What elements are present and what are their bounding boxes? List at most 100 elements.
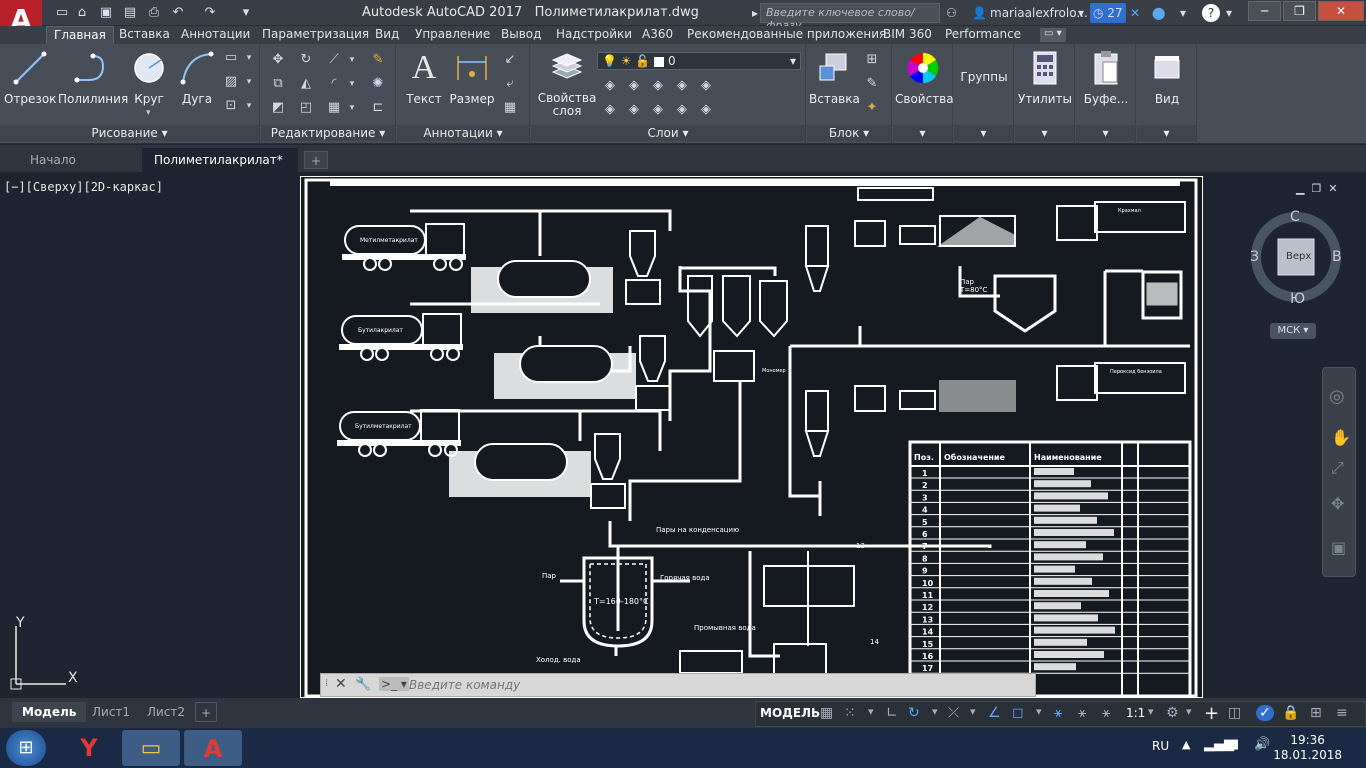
annotation-scale-icon[interactable]: ⚹ <box>1102 705 1110 721</box>
compass-south[interactable]: Ю <box>1290 291 1305 307</box>
trim-icon[interactable]: ⟋ <box>325 52 343 68</box>
tab-parametric[interactable]: Параметризация <box>255 26 376 44</box>
rotate-icon[interactable]: ↻ <box>297 52 315 68</box>
groups-button[interactable]: Группы <box>956 70 1012 84</box>
workspace-dropdown-icon[interactable]: ▾ <box>1186 705 1192 718</box>
model-space-toggle[interactable]: МОДЕЛЬ <box>760 706 820 720</box>
cmdline-settings-icon[interactable]: 🔧 <box>355 677 371 692</box>
boundary-dropdown-icon[interactable]: ▾ <box>240 98 258 114</box>
ribbon-toggle-button[interactable]: ▭ ▾ <box>1040 28 1066 42</box>
network-icon[interactable]: ▂▄▆ <box>1204 737 1234 752</box>
layer-tool-7-icon[interactable]: ◈ <box>625 102 643 118</box>
panel-view-expand[interactable]: ▾ <box>1137 125 1196 141</box>
polar-dropdown-icon[interactable]: ▾ <box>932 705 938 718</box>
doc-tab-start[interactable]: Начало <box>18 148 133 172</box>
scale-icon[interactable]: ◰ <box>297 100 315 116</box>
table-icon[interactable]: ▦ <box>501 100 519 116</box>
new-tab-button[interactable]: + <box>304 151 329 169</box>
customize-icon[interactable]: ≡ <box>1336 705 1348 721</box>
scale-dropdown-icon[interactable]: ▾ <box>1148 705 1154 718</box>
tab-view[interactable]: Вид <box>368 26 406 44</box>
tab-manage[interactable]: Управление <box>408 26 497 44</box>
leader-icon[interactable]: ↙ <box>501 52 519 68</box>
keyword-search-input[interactable]: Введите ключевое слово/фразу <box>760 3 940 32</box>
showmotion-icon[interactable]: ▣ <box>1331 538 1346 557</box>
copy-icon[interactable]: ⧉ <box>269 76 287 92</box>
user-dropdown-icon[interactable]: ▾ <box>1078 3 1084 23</box>
viewcube[interactable]: С Ю З В Верх <box>1248 205 1344 307</box>
move-icon[interactable]: ✥ <box>269 52 287 68</box>
fillet-dropdown-icon[interactable]: ▾ <box>343 76 361 92</box>
tab-a360[interactable]: A360 <box>635 26 680 44</box>
panel-modify-title[interactable]: Редактирование ▾ <box>261 125 395 141</box>
a360-dropdown-icon[interactable]: ▾ <box>1180 3 1186 23</box>
qat-dropdown-icon[interactable]: ▾ <box>236 3 256 23</box>
layer-dropdown[interactable]: 💡 ☀ 🔓 0 ▾ <box>597 52 801 70</box>
snap-dropdown-icon[interactable]: ▾ <box>868 705 874 718</box>
binoculars-icon[interactable]: ⚇ <box>946 3 957 23</box>
start-button[interactable]: ⊞ <box>6 730 46 766</box>
exchange-icon[interactable]: ✕ <box>1130 3 1140 23</box>
layout-tab-sheet2[interactable]: Лист2 <box>137 702 195 722</box>
circle-dropdown-icon[interactable]: ▾ <box>146 108 151 118</box>
layer-tool-3-icon[interactable]: ◈ <box>649 78 667 94</box>
tab-featured-apps[interactable]: Рекомендованные приложения <box>680 26 893 44</box>
properties-button[interactable]: Свойства <box>895 48 954 106</box>
osnap-icon[interactable]: ◻ <box>1012 705 1024 721</box>
tab-performance[interactable]: Performance <box>938 26 1028 44</box>
add-layout-button[interactable]: + <box>195 702 218 722</box>
yandex-browser-icon[interactable]: Y <box>60 730 118 766</box>
view-button[interactable]: Вид <box>1139 48 1195 106</box>
viewport-restore-icon[interactable]: ❐ <box>1311 182 1321 195</box>
multileader-icon[interactable]: ⤶ <box>501 76 519 92</box>
steering-wheel-icon[interactable]: ◎ <box>1329 386 1345 407</box>
array-icon[interactable]: ▦ <box>325 100 343 116</box>
user-icon[interactable]: 👤 <box>972 3 987 23</box>
block-attributes-icon[interactable]: ✦ <box>863 100 881 116</box>
new-file-icon[interactable]: ▭ <box>52 3 72 23</box>
layer-tool-4-icon[interactable]: ◈ <box>673 78 691 94</box>
ucs-menu[interactable]: МСК ▾ <box>1270 323 1316 339</box>
battery-icon[interactable]: ▮ <box>1232 737 1239 752</box>
clipboard-button[interactable]: Буфе... <box>1078 48 1134 106</box>
panel-block-title[interactable]: Блок ▾ <box>807 125 891 141</box>
fillet-icon[interactable]: ◜ <box>325 76 343 92</box>
volume-icon[interactable]: 🔊 <box>1254 737 1270 752</box>
line-button[interactable]: Отрезок <box>4 48 56 106</box>
annotation-visibility-icon[interactable]: ⚹ <box>1054 705 1062 721</box>
hatch-dropdown-icon[interactable]: ▾ <box>240 74 258 90</box>
file-explorer-icon[interactable]: ▭ <box>122 730 180 766</box>
tab-bim360[interactable]: BIM 360 <box>876 26 939 44</box>
osnap-dropdown-icon[interactable]: ▾ <box>1036 705 1042 718</box>
print-icon[interactable]: ⎙ <box>144 3 164 23</box>
array-dropdown-icon[interactable]: ▾ <box>343 100 361 116</box>
panel-annotation-title[interactable]: Аннотации ▾ <box>397 125 529 141</box>
create-block-icon[interactable]: ⊞ <box>863 52 881 68</box>
cmdline-prompt-icon[interactable]: >_ ▾ <box>379 677 409 691</box>
tab-home[interactable]: Главная <box>46 26 114 44</box>
isodraft-icon[interactable]: ⤫ <box>948 705 959 721</box>
layer-tool-5-icon[interactable]: ◈ <box>697 78 715 94</box>
panel-layers-title[interactable]: Слои ▾ <box>531 125 805 141</box>
polar-icon[interactable]: ↻ <box>908 705 920 721</box>
redo-icon[interactable]: ↷ <box>200 3 220 23</box>
lock-ui-icon[interactable]: 🔒 <box>1282 705 1299 721</box>
viewport-close-icon[interactable]: ✕ <box>1328 182 1337 195</box>
save-icon[interactable]: ▣ <box>96 3 116 23</box>
undo-icon[interactable]: ↶ <box>168 3 188 23</box>
command-input[interactable] <box>409 676 1029 694</box>
compass-east[interactable]: В <box>1332 249 1342 265</box>
restore-button[interactable]: ❐ <box>1283 1 1316 21</box>
viewport-minimize-icon[interactable]: ▁ <box>1296 182 1304 195</box>
layer-tool-9-icon[interactable]: ◈ <box>673 102 691 118</box>
grid-icon[interactable]: ▦ <box>820 705 833 721</box>
language-indicator[interactable]: RU <box>1152 739 1169 753</box>
compass-west[interactable]: З <box>1250 249 1259 265</box>
text-button[interactable]: A Текст <box>403 48 445 106</box>
layer-properties-button[interactable]: Свойства слоя <box>537 48 597 118</box>
layer-tool-10-icon[interactable]: ◈ <box>697 102 715 118</box>
workspace-icon[interactable]: ⚙ <box>1166 705 1179 721</box>
layer-tool-2-icon[interactable]: ◈ <box>625 78 643 94</box>
hatch-icon[interactable]: ▨ <box>222 74 240 90</box>
cmdline-close-icon[interactable]: ✕ <box>335 676 347 692</box>
